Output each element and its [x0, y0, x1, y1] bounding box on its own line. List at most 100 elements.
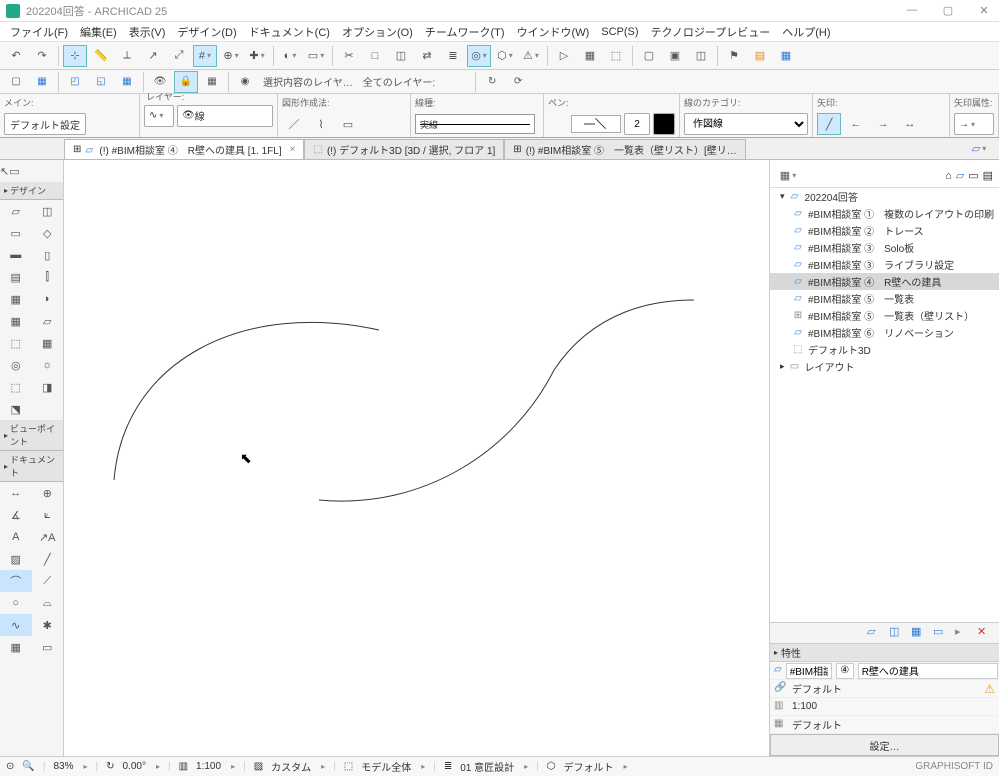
- marquee-tool[interactable]: ▭: [9, 160, 19, 182]
- menu-techpreview[interactable]: テクノロジープレビュー: [645, 22, 777, 42]
- palette-viewpoint-header[interactable]: ビューポイント: [0, 420, 63, 451]
- fill-tool[interactable]: ▨: [0, 548, 32, 570]
- custom-label[interactable]: カスタム: [271, 759, 311, 774]
- radial-tool[interactable]: ⟀: [32, 504, 64, 526]
- palette-button[interactable]: ▦: [774, 45, 798, 67]
- area-button[interactable]: ▦: [578, 45, 602, 67]
- layer-opt2-button[interactable]: ◱: [89, 71, 113, 93]
- prop-name-input[interactable]: [858, 663, 998, 679]
- door-tool[interactable]: ◫: [32, 200, 64, 222]
- tree-root[interactable]: ▾ ▱ 202204回答: [770, 188, 999, 205]
- snap-point-button[interactable]: ⊕▾: [219, 45, 243, 67]
- view-opt-button[interactable]: ▣: [663, 45, 687, 67]
- curve-tool[interactable]: ⌓: [32, 592, 64, 614]
- delete-button[interactable]: ✕: [977, 625, 993, 641]
- pub-icon[interactable]: ▤: [983, 169, 993, 182]
- clone-view-button[interactable]: ◫: [889, 625, 905, 641]
- layer-dropdown[interactable]: 👁 線: [177, 105, 273, 127]
- skylight-tool[interactable]: ◨: [32, 376, 64, 398]
- tree-item-selected[interactable]: ▱#BIM相談室 ④ R壁への建具: [770, 273, 999, 290]
- warning-button[interactable]: ⚠▾: [519, 45, 543, 67]
- tree-item[interactable]: ▱#BIM相談室 ① 複数のレイアウトの印刷: [770, 205, 999, 222]
- circle-tool[interactable]: ○: [0, 592, 32, 614]
- arrow-end-button[interactable]: →: [871, 113, 895, 135]
- beam-tool[interactable]: ▬: [0, 244, 32, 266]
- curtain-tool[interactable]: ▦: [0, 310, 32, 332]
- close-button[interactable]: ✕: [975, 4, 993, 17]
- dim-tool[interactable]: ↔: [0, 482, 32, 504]
- menu-file[interactable]: ファイル(F): [4, 22, 74, 42]
- grid-button[interactable]: #▾: [193, 45, 217, 67]
- tree-layout-root[interactable]: ▸ ▭ レイアウト: [770, 358, 999, 375]
- menu-window[interactable]: ウインドウ(W): [511, 22, 596, 42]
- model-button[interactable]: ⬚: [344, 761, 353, 772]
- level-tool[interactable]: ⊕: [32, 482, 64, 504]
- reno-button[interactable]: ⬡: [547, 761, 556, 772]
- slab-tool[interactable]: ▭: [0, 222, 32, 244]
- maximize-button[interactable]: ▢: [939, 4, 957, 17]
- geom-rect-button[interactable]: ▭: [336, 113, 360, 135]
- layer-combo-button[interactable]: ≣: [444, 761, 452, 772]
- mesh-tool[interactable]: ▦: [0, 288, 32, 310]
- zone-button[interactable]: ⬚: [604, 45, 628, 67]
- house-icon[interactable]: ⌂: [945, 170, 952, 182]
- tree-item[interactable]: ▱#BIM相談室 ③ Solo板: [770, 239, 999, 256]
- stair-tool[interactable]: ▤: [0, 266, 32, 288]
- arrow-tool[interactable]: ↖: [0, 160, 9, 182]
- arrow-none-button[interactable]: ╱: [817, 113, 841, 135]
- properties-title[interactable]: 特性: [770, 644, 999, 662]
- display-button[interactable]: ◫: [689, 45, 713, 67]
- undo-button[interactable]: ↶: [4, 45, 28, 67]
- palette-design-header[interactable]: デザイン: [0, 182, 63, 200]
- folder-button[interactable]: ▭: [933, 625, 949, 641]
- palette-document-header[interactable]: ドキュメント: [0, 451, 63, 482]
- tree-item[interactable]: ▱#BIM相談室 ⑤ 一覧表: [770, 290, 999, 307]
- minimize-button[interactable]: ―: [903, 4, 921, 17]
- column-tool[interactable]: ▯: [32, 244, 64, 266]
- line-type-dropdown[interactable]: 実線: [415, 114, 535, 134]
- tree-item[interactable]: ⊞#BIM相談室 ⑤ 一覧表（壁リスト）: [770, 307, 999, 324]
- settings-button[interactable]: 設定…: [770, 734, 999, 756]
- dim-button[interactable]: ▨: [254, 761, 263, 772]
- layer-combo-button[interactable]: ▦: [30, 71, 54, 93]
- tab-close-button[interactable]: ×: [290, 144, 296, 155]
- save-view-button[interactable]: ▦: [911, 625, 927, 641]
- redo-button[interactable]: ↷: [30, 45, 54, 67]
- arc-tool[interactable]: ⌒: [0, 570, 32, 592]
- drawing-canvas[interactable]: ⬉: [64, 160, 769, 756]
- hotspot-tool[interactable]: ✱: [32, 614, 64, 636]
- fp-mode-icon[interactable]: ▱: [956, 169, 964, 182]
- pen-color-button[interactable]: [653, 113, 675, 135]
- geom-poly-button[interactable]: ⌇: [309, 113, 333, 135]
- layer-opt3-button[interactable]: ▦: [115, 71, 139, 93]
- go-button[interactable]: ▷: [552, 45, 576, 67]
- options-button[interactable]: ▸: [955, 625, 971, 641]
- element-button[interactable]: ▭▾: [304, 45, 328, 67]
- zoom-value[interactable]: 83%: [53, 761, 73, 772]
- flag-button[interactable]: ⚑: [722, 45, 746, 67]
- new-view-button[interactable]: ▱: [867, 625, 883, 641]
- recenter-button[interactable]: ⟳: [506, 71, 530, 93]
- zone-tool[interactable]: ▦: [32, 332, 64, 354]
- zoom-out-button[interactable]: 🔍: [22, 761, 34, 772]
- label-tool[interactable]: ↗A: [32, 526, 64, 548]
- menu-document[interactable]: ドキュメント(C): [243, 22, 336, 42]
- navigator-button[interactable]: ▤: [748, 45, 772, 67]
- object-tool[interactable]: ⬚: [0, 332, 32, 354]
- tree-item[interactable]: ▱#BIM相談室 ② トレース: [770, 222, 999, 239]
- snap-line-button[interactable]: ✚▾: [245, 45, 269, 67]
- line-doc-tool[interactable]: ╱: [32, 548, 64, 570]
- menu-help[interactable]: ヘルプ(H): [776, 22, 836, 42]
- model-label[interactable]: モデル全体: [361, 759, 411, 774]
- scale-value[interactable]: 1:100: [196, 761, 221, 772]
- prop-tag-input[interactable]: [786, 663, 832, 679]
- cut-button[interactable]: ✂: [337, 45, 361, 67]
- wall-tool[interactable]: ▱: [0, 200, 32, 222]
- wall-button[interactable]: ◫: [389, 45, 413, 67]
- menu-scp[interactable]: SCP(S): [595, 24, 644, 40]
- tree-item[interactable]: ▱#BIM相談室 ③ ライブラリ設定: [770, 256, 999, 273]
- layer-opt1-button[interactable]: ◰: [63, 71, 87, 93]
- fit-button[interactable]: ⊙: [6, 761, 14, 772]
- figure-tool[interactable]: ▭: [32, 636, 64, 658]
- arrow-both-button[interactable]: ↔: [898, 113, 922, 135]
